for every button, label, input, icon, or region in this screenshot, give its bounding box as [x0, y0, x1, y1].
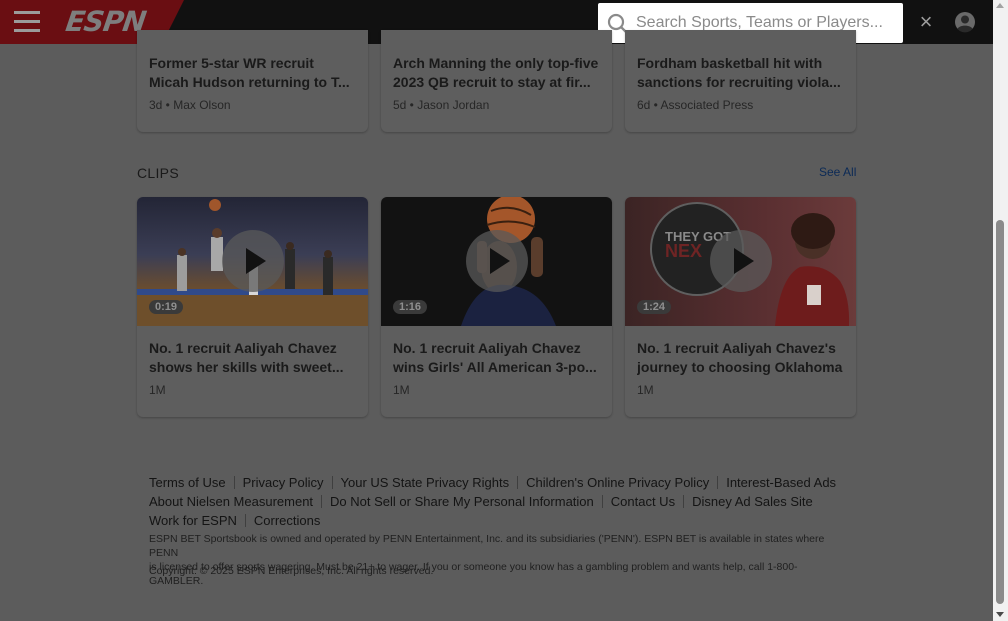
section-title-clips: CLIPS [137, 165, 179, 181]
scroll-down-icon[interactable] [996, 612, 1004, 617]
divider [683, 495, 685, 508]
footer-link-terms[interactable]: Terms of Use [149, 475, 226, 490]
article-title[interactable]: Former 5-star WR recruit Micah Hudson re… [149, 54, 356, 92]
espn-logo[interactable]: ESPN [64, 5, 148, 38]
article-card[interactable]: Fordham basketball hit with sanctions fo… [625, 30, 856, 132]
footer-link-children-privacy[interactable]: Children's Online Privacy Policy [526, 475, 709, 490]
see-all-link[interactable]: See All [819, 165, 856, 179]
divider [244, 514, 246, 527]
clip-card[interactable]: THEY GOT NEX 1:24 No. 1 recruit Aaliyah … [625, 197, 856, 417]
video-thumbnail[interactable]: 1:16 [381, 197, 612, 326]
footer-row: About Nielsen Measurement Do Not Sell or … [149, 494, 813, 509]
clip-card[interactable]: 0:19 No. 1 recruit Aaliyah Chavez shows … [137, 197, 368, 417]
footer-link-privacy[interactable]: Privacy Policy [243, 475, 324, 490]
footer-link-interest-ads[interactable]: Interest-Based Ads [726, 475, 836, 490]
footer-row: Terms of Use Privacy Policy Your US State … [149, 475, 836, 490]
article-card[interactable]: Arch Manning the only top-five 2023 QB r… [381, 30, 612, 132]
footer-link-corrections[interactable]: Corrections [254, 513, 320, 528]
divider [331, 476, 333, 489]
footer-link-disney-ads[interactable]: Disney Ad Sales Site [692, 494, 813, 509]
footer-row: Work for ESPN Corrections [149, 513, 320, 528]
play-button[interactable] [222, 230, 284, 292]
divider [601, 495, 603, 508]
video-thumbnail[interactable]: THEY GOT NEX 1:24 [625, 197, 856, 326]
divider [717, 476, 719, 489]
video-thumbnail[interactable]: 0:19 [137, 197, 368, 326]
article-meta: 3d • Max Olson [149, 98, 231, 112]
article-card[interactable]: Former 5-star WR recruit Micah Hudson re… [137, 30, 368, 132]
profile-icon[interactable] [954, 11, 976, 33]
scroll-up-icon[interactable] [996, 3, 1004, 8]
footer-link-do-not-sell[interactable]: Do Not Sell or Share My Personal Informa… [330, 494, 594, 509]
scrollbar[interactable] [993, 0, 1008, 621]
clip-title[interactable]: No. 1 recruit Aaliyah Chavez wins Girls'… [393, 339, 600, 377]
footer-link-work-for-espn[interactable]: Work for ESPN [149, 513, 237, 528]
scrollbar-thumb[interactable] [996, 220, 1004, 604]
article-title[interactable]: Arch Manning the only top-five 2023 QB r… [393, 54, 600, 92]
article-meta: 6d • Associated Press [637, 98, 754, 112]
menu-icon[interactable] [14, 11, 40, 33]
divider [517, 476, 519, 489]
legal-text: ESPN BET Sportsbook is owned and operate… [149, 533, 825, 587]
close-icon[interactable]: × [916, 11, 936, 33]
video-duration: 1:24 [637, 300, 672, 314]
footer-link-state-privacy[interactable]: Your US State Privacy Rights [341, 475, 510, 490]
video-duration: 0:19 [149, 300, 184, 314]
video-duration: 1:16 [393, 300, 428, 314]
footer-link-contact[interactable]: Contact Us [611, 494, 675, 509]
play-button[interactable] [466, 230, 528, 292]
footer-link-nielsen[interactable]: About Nielsen Measurement [149, 494, 313, 509]
article-title[interactable]: Fordham basketball hit with sanctions fo… [637, 54, 844, 92]
clip-title[interactable]: No. 1 recruit Aaliyah Chavez shows her s… [149, 339, 356, 377]
article-meta: 5d • Jason Jordan [393, 98, 490, 112]
clip-views: 1M [393, 383, 410, 397]
clip-views: 1M [637, 383, 654, 397]
clip-title[interactable]: No. 1 recruit Aaliyah Chavez's journey t… [637, 339, 844, 377]
play-button[interactable] [710, 230, 772, 292]
copyright-text: Copyright: © 2025 ESPN Enterprises, Inc.… [149, 565, 434, 577]
clip-views: 1M [149, 383, 166, 397]
divider [321, 495, 323, 508]
clip-card[interactable]: 1:16 No. 1 recruit Aaliyah Chavez wins G… [381, 197, 612, 417]
divider [233, 476, 235, 489]
